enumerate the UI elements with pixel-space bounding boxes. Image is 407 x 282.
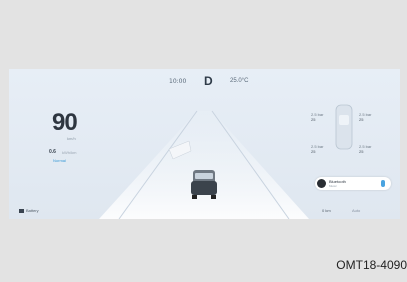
media-card[interactable]: Bluetooth Music [315,177,391,190]
speed-readout: 90 [52,109,78,136]
tire-rear-right: 2.5 bar 25 [359,144,371,154]
tire-front-left: 2.5 bar 25 [311,112,323,122]
tire-temp: 25 [311,117,316,122]
gear-indicator: D [204,74,213,88]
energy-consumption-label: kWh/km [62,150,77,155]
play-icon[interactable] [381,180,385,187]
energy-consumption-value: 0.6 [49,149,56,155]
tire-temp: 25 [359,149,364,154]
battery-label: Battery [26,208,39,213]
wiper-status: Auto [352,208,361,213]
instrument-cluster-screen: 10:00 D 25.0°C 90 km/h 0.6 kWh/km Normal… [9,69,400,219]
album-art [317,179,326,188]
tire-front-right: 2.5 bar 25 [359,112,371,122]
clock: 10:00 [169,78,187,85]
road-scene [9,69,400,219]
status-bar: 10:00 D 25.0°C [9,73,400,89]
speed-unit: km/h [67,136,76,141]
tire-car-diagram-icon [335,104,353,150]
figure-caption: OMT18-4090 [336,258,407,272]
tire-rear-left: 2.5 bar 25 [311,144,323,154]
media-subtitle: Music [329,184,337,188]
battery-status: Battery [19,208,39,213]
tire-temp: 25 [311,149,316,154]
odometer: 0 km [322,208,331,213]
tire-temp: 25 [359,117,364,122]
drive-mode: Normal [53,158,66,163]
outside-temperature: 25.0°C [230,78,249,84]
battery-icon [19,208,24,213]
ego-car-icon [191,170,217,199]
